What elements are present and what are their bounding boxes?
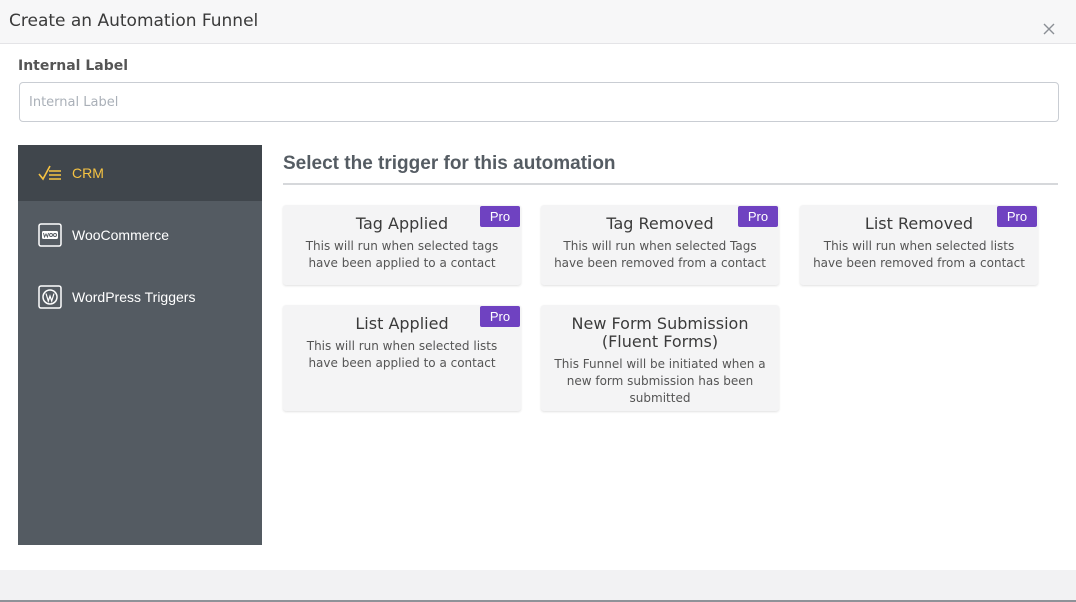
trigger-card-title: Tag Removed [606,214,714,233]
pro-badge: Pro [480,306,520,327]
trigger-card-list-applied[interactable]: List Applied This will run when selected… [283,305,521,411]
trigger-card-title: List Removed [864,214,974,233]
crm-checklist-icon [38,161,62,185]
automation-funnel-modal: Create an Automation Funnel Internal Lab… [0,0,1076,602]
trigger-card-title: New Form Submission (Fluent Forms) [571,314,749,351]
sidebar-item-label: WordPress Triggers [72,289,196,305]
trigger-card-tag-removed[interactable]: Tag Removed This will run when selected … [541,205,779,285]
trigger-card-description: This will run when selected tags have be… [305,239,499,270]
trigger-card-description: This will run when selected Tags have be… [554,239,766,270]
wordpress-icon [38,285,62,309]
pro-badge: Pro [997,206,1037,227]
close-icon[interactable] [1042,22,1056,36]
trigger-card-title: List Applied [355,314,449,333]
trigger-card-new-form-submission[interactable]: New Form Submission (Fluent Forms) This … [541,305,779,411]
internal-label-title: Internal Label [18,58,129,74]
sidebar-item-label: WooCommerce [72,227,169,243]
trigger-section-heading: Select the trigger for this automation [283,153,616,174]
heading-divider [283,183,1058,185]
modal-title: Create an Automation Funnel [9,11,259,31]
trigger-category-sidebar: CRM WooCommerce WordPress Triggers [18,145,262,545]
sidebar-item-crm[interactable]: CRM [18,145,262,201]
trigger-card-description: This Funnel will be initiated when a new… [554,357,766,405]
modal-footer [0,570,1076,602]
sidebar-item-woocommerce[interactable]: WooCommerce [18,207,262,263]
trigger-card-tag-applied[interactable]: Tag Applied This will run when selected … [283,205,521,285]
woocommerce-icon [38,223,62,247]
sidebar-item-label: CRM [72,165,104,181]
trigger-card-list-removed[interactable]: List Removed This will run when selected… [800,205,1038,285]
trigger-card-title: Tag Applied [355,214,449,233]
modal-header: Create an Automation Funnel [0,0,1076,44]
trigger-card-description: This will run when selected lists have b… [306,339,498,370]
pro-badge: Pro [738,206,778,227]
pro-badge: Pro [480,206,520,227]
trigger-card-description: This will run when selected lists have b… [813,239,1025,270]
internal-label-input[interactable] [19,82,1059,122]
sidebar-item-wordpress-triggers[interactable]: WordPress Triggers [18,269,262,325]
